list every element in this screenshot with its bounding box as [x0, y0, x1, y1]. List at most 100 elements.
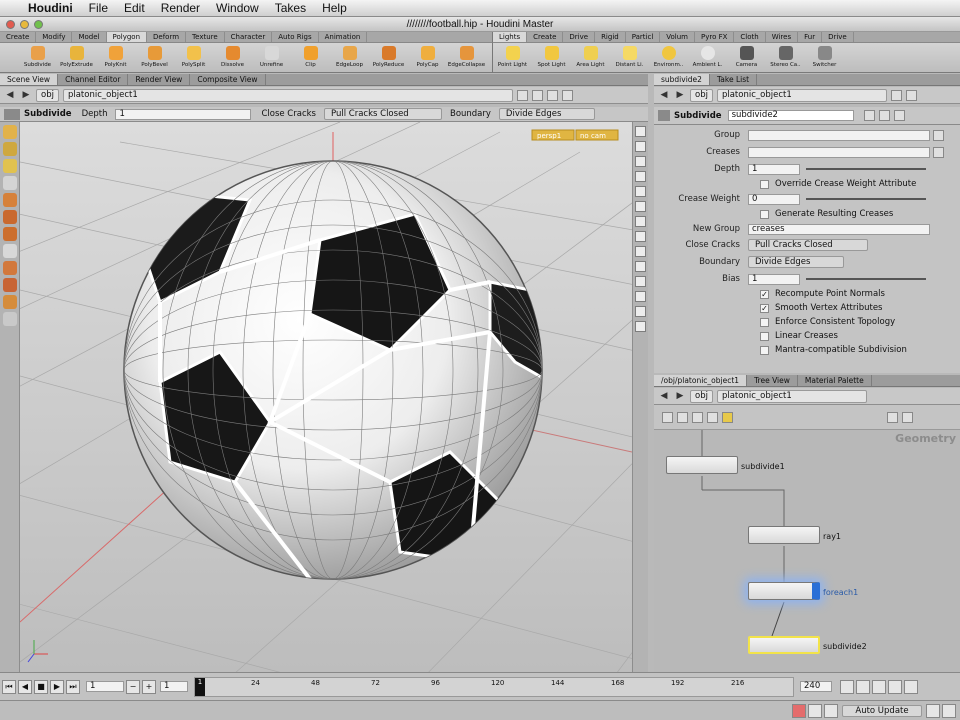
shelf-tab-model[interactable]: Model	[72, 32, 107, 42]
snap-tool-icon[interactable]	[3, 227, 17, 241]
net-home-icon[interactable]	[902, 411, 913, 423]
shelf-tab-volume[interactable]: Volum	[660, 32, 695, 42]
minimize-window-button[interactable]	[20, 20, 29, 29]
net-back-icon[interactable]: ◀	[658, 391, 670, 401]
shelf-tab-animation[interactable]: Animation	[319, 32, 368, 42]
tab-channel-editor[interactable]: Channel Editor	[58, 74, 129, 85]
visibility-tool-icon[interactable]	[3, 312, 17, 326]
gear-icon[interactable]	[863, 110, 875, 121]
point-numbers-icon[interactable]	[635, 246, 646, 257]
primitives-tool-icon[interactable]	[3, 295, 17, 309]
tab-take-list[interactable]: Take List	[710, 74, 758, 85]
tool-ambient-light[interactable]: Ambient L.	[688, 43, 727, 72]
frame-increment-icon[interactable]: +	[142, 679, 156, 694]
tool-polyknit[interactable]: PolyKnit	[96, 43, 135, 72]
footprint-icon[interactable]	[635, 291, 646, 302]
zoom-window-button[interactable]	[34, 20, 43, 29]
tab-network-path[interactable]: /obj/platonic_object1	[654, 375, 748, 386]
template-icon[interactable]	[635, 276, 646, 287]
depth-field[interactable]: 1	[115, 108, 252, 120]
step-back-icon[interactable]: ◀	[18, 679, 32, 694]
net-path-root[interactable]: obj	[690, 389, 713, 403]
uv-icon[interactable]	[635, 261, 646, 272]
end-frame-field[interactable]: 240	[800, 681, 832, 692]
creases-menu-icon[interactable]	[933, 146, 944, 158]
group-field[interactable]	[748, 129, 930, 141]
shelf-tab-drive[interactable]: Drive	[563, 32, 596, 42]
stop-icon[interactable]: ■	[34, 679, 48, 694]
tool-edgecollapse[interactable]: EdgeCollapse	[447, 43, 486, 72]
menu-takes[interactable]: Takes	[267, 1, 314, 15]
tool-edgeloop[interactable]: EdgeLoop	[330, 43, 369, 72]
forward-arrow-icon[interactable]: ▶	[20, 90, 32, 100]
net-sticky-icon[interactable]	[707, 411, 718, 423]
depth-param-field[interactable]: 1	[748, 163, 800, 175]
tool-spot-light[interactable]: Spot Light	[532, 43, 571, 72]
normals-icon[interactable]	[635, 201, 646, 212]
override-crease-checkbox[interactable]	[760, 179, 769, 189]
param-path-root[interactable]: obj	[690, 88, 713, 102]
current-frame-field[interactable]: 1	[86, 681, 124, 692]
bias-slider[interactable]	[806, 278, 926, 280]
tab-material-palette[interactable]: Material Palette	[798, 375, 872, 386]
pin-icon[interactable]	[516, 89, 528, 101]
tab-scene-view[interactable]: Scene View	[0, 74, 59, 85]
shelf-tab-wires[interactable]: Wires	[766, 32, 799, 42]
enforce-topology-checkbox[interactable]	[760, 317, 769, 327]
shelf-tab-lights[interactable]: Lights	[493, 32, 528, 42]
network-editor[interactable]: Geometry subdivide1 ray1 foreach1 subdiv…	[654, 430, 960, 672]
smooth-vertex-checkbox[interactable]: ✓	[760, 303, 769, 313]
range-icon[interactable]	[888, 679, 902, 694]
viewport-canvas[interactable]: persp1 no cam	[20, 122, 632, 672]
tool-switcher[interactable]: Switcher	[805, 43, 844, 72]
help-icon[interactable]	[561, 89, 573, 101]
status-stop-icon[interactable]	[792, 703, 806, 718]
shelf-tab-particles[interactable]: Particl	[626, 32, 661, 42]
net-layout-icon[interactable]	[692, 411, 703, 423]
tab-render-view[interactable]: Render View	[128, 74, 191, 85]
node-foreach1[interactable]	[748, 582, 820, 600]
tab-subdivide2[interactable]: subdivide2	[654, 74, 710, 85]
points-display-icon[interactable]	[635, 216, 646, 227]
net-forward-icon[interactable]: ▶	[674, 391, 686, 401]
group-menu-icon[interactable]	[933, 129, 944, 141]
tool-polysplit[interactable]: PolySplit	[174, 43, 213, 72]
tool-point-light[interactable]: Point Light	[493, 43, 532, 72]
shelf-tab-rigid[interactable]: Rigid	[595, 32, 626, 42]
tool-area-light[interactable]: Area Light	[571, 43, 610, 72]
wireframe-icon[interactable]	[635, 156, 646, 167]
realtime-icon[interactable]	[840, 679, 854, 694]
brush-tool-icon[interactable]	[3, 210, 17, 224]
depth-slider[interactable]	[806, 168, 926, 170]
frame-decrement-icon[interactable]: −	[126, 679, 140, 694]
tab-composite-view[interactable]: Composite View	[190, 74, 266, 85]
shelf-tab-create[interactable]: Create	[0, 32, 37, 42]
crease-weight-field[interactable]: 0	[748, 193, 800, 205]
menu-app[interactable]: Houdini	[20, 1, 81, 15]
back-arrow-icon[interactable]: ◀	[4, 90, 16, 100]
shelf-tab-cloth[interactable]: Cloth	[734, 32, 766, 42]
prim-numbers-icon[interactable]	[635, 231, 646, 242]
timeline-cursor[interactable]: 1	[195, 677, 205, 696]
crease-weight-slider[interactable]	[806, 198, 926, 200]
points-tool-icon[interactable]	[3, 261, 17, 275]
handle-tool-icon[interactable]	[3, 159, 17, 173]
net-zoom-icon[interactable]	[887, 411, 898, 423]
timeline-slider[interactable]: 1 24 48 72 96 120 144 168 192 216	[194, 676, 794, 697]
grid-display-icon[interactable]	[635, 306, 646, 317]
net-list-icon[interactable]	[677, 411, 688, 423]
menu-help[interactable]: Help	[314, 1, 355, 15]
boundary-param-dropdown[interactable]: Divide Edges	[748, 256, 844, 268]
tool-camera[interactable]: Camera	[727, 43, 766, 72]
shelf-tab-polygon[interactable]: Polygon	[106, 32, 148, 42]
link-icon[interactable]	[531, 89, 543, 101]
goto-end-icon[interactable]: ⏭	[66, 679, 80, 694]
param-link-icon[interactable]	[905, 89, 917, 101]
status-cache-icon[interactable]	[824, 703, 838, 718]
tool-dissolve[interactable]: Dissolve	[213, 43, 252, 72]
goto-start-icon[interactable]: ⏮	[2, 679, 16, 694]
tool-distant-light[interactable]: Distant Li.	[610, 43, 649, 72]
tool-polybevel[interactable]: PolyBevel	[135, 43, 174, 72]
play-icon[interactable]: ▶	[50, 679, 64, 694]
net-grid-icon[interactable]	[662, 411, 673, 423]
